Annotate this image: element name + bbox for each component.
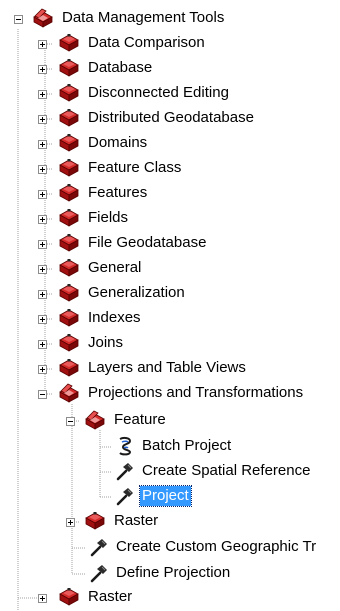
tree-item-general[interactable]: General [86, 258, 143, 278]
toolbox-tree: Data Management Tools Data Comparison Da… [0, 0, 340, 611]
expand-toggle-raster[interactable] [38, 594, 47, 603]
tree-item-file-geodatabase[interactable]: File Geodatabase [86, 233, 208, 253]
tree-item-feature[interactable]: Feature [112, 410, 168, 430]
tree-item-raster-projections[interactable]: Raster [112, 511, 160, 531]
expand-toggle-feature-class[interactable] [38, 165, 47, 174]
expand-toggle-distributed-geodatabase[interactable] [38, 115, 47, 124]
tree-item-database[interactable]: Database [86, 58, 154, 78]
toolbox-icon [59, 58, 79, 77]
expand-toggle-file-geodatabase[interactable] [38, 240, 47, 249]
tree-item-disconnected-editing[interactable]: Disconnected Editing [86, 83, 231, 103]
tree-item-distributed-geodatabase[interactable]: Distributed Geodatabase [86, 108, 256, 128]
hammer-icon [90, 537, 109, 557]
expand-toggle-domains[interactable] [38, 140, 47, 149]
expand-toggle-general[interactable] [38, 265, 47, 274]
toolbox-icon [59, 258, 79, 277]
hammer-icon [90, 563, 109, 583]
expand-toggle-data-comparison[interactable] [38, 40, 47, 49]
tree-item-data-management-tools[interactable]: Data Management Tools [60, 8, 226, 28]
toolbox-icon [59, 587, 79, 606]
tree-item-joins[interactable]: Joins [86, 333, 125, 353]
tree-item-feature-class[interactable]: Feature Class [86, 158, 183, 178]
tree-item-create-spatial-reference[interactable]: Create Spatial Reference [140, 461, 312, 481]
tree-item-domains[interactable]: Domains [86, 133, 149, 153]
expand-toggle-indexes[interactable] [38, 315, 47, 324]
tree-item-project[interactable]: Project [139, 485, 192, 507]
tree-item-create-custom-geographic-transformation[interactable]: Create Custom Geographic Tr [114, 537, 318, 557]
tree-item-define-projection[interactable]: Define Projection [114, 563, 232, 583]
toolbox-icon [59, 233, 79, 252]
toolbox-icon [59, 333, 79, 352]
collapse-toggle-feature[interactable] [66, 417, 75, 426]
tree-item-fields[interactable]: Fields [86, 208, 130, 228]
tree-item-layers-and-table-views[interactable]: Layers and Table Views [86, 358, 248, 378]
hammer-icon [116, 486, 135, 506]
expand-toggle-database[interactable] [38, 65, 47, 74]
toolbox-icon [59, 133, 79, 152]
tree-item-indexes[interactable]: Indexes [86, 308, 143, 328]
toolbox-icon [59, 108, 79, 127]
toolbox-icon [59, 283, 79, 302]
hammer-icon [116, 461, 135, 481]
expand-toggle-generalization[interactable] [38, 290, 47, 299]
toolbox-icon [59, 158, 79, 177]
expand-toggle-fields[interactable] [38, 215, 47, 224]
toolbox-icon [59, 308, 79, 327]
expand-toggle-raster-projections[interactable] [66, 518, 75, 527]
script-icon [119, 436, 131, 456]
tree-item-projections-and-transformations[interactable]: Projections and Transformations [86, 383, 305, 403]
tree-item-data-comparison[interactable]: Data Comparison [86, 33, 207, 53]
toolbox-icon [59, 83, 79, 102]
expand-toggle-layers-and-table-views[interactable] [38, 365, 47, 374]
toolbox-open-icon [85, 410, 105, 430]
toolbox-icon [59, 208, 79, 227]
root-collapse-toggle[interactable] [14, 15, 23, 24]
toolbox-icon [59, 358, 79, 377]
expand-toggle-disconnected-editing[interactable] [38, 90, 47, 99]
toolbox-icon [59, 183, 79, 202]
expand-toggle-features[interactable] [38, 190, 47, 199]
toolbox-icon [59, 33, 79, 52]
tree-item-batch-project[interactable]: Batch Project [140, 436, 233, 456]
toolbox-icon [85, 511, 105, 530]
tree-item-raster[interactable]: Raster [86, 587, 134, 607]
collapse-toggle-projections-and-transformations[interactable] [38, 390, 47, 399]
toolbox-open-icon [59, 383, 79, 403]
tree-item-features[interactable]: Features [86, 183, 149, 203]
tree-item-generalization[interactable]: Generalization [86, 283, 187, 303]
toolbox-open-icon [33, 8, 53, 28]
expand-toggle-joins[interactable] [38, 340, 47, 349]
